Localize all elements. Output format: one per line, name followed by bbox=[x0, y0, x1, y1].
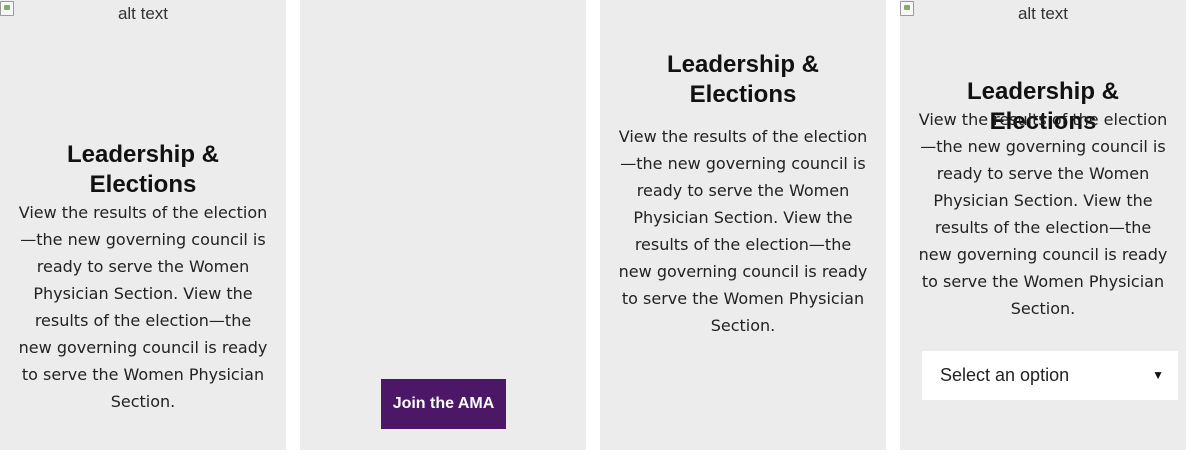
select-value: Select an option bbox=[940, 365, 1070, 385]
card-description: View the results of the election—the new… bbox=[918, 110, 1168, 318]
card-1-image: alt text bbox=[0, 0, 286, 28]
triangle-down-icon: ▼ bbox=[1152, 368, 1164, 382]
card-title: Leadership & Elections bbox=[66, 141, 220, 198]
broken-image-icon bbox=[0, 1, 14, 16]
card-3: Leadership & Elections View the results … bbox=[600, 0, 886, 450]
card-4: alt text Leadership & Elections View the… bbox=[900, 0, 1186, 450]
option-select[interactable]: Select an option ▼ bbox=[922, 351, 1178, 400]
card-4-image: alt text bbox=[900, 0, 1186, 28]
image-alt-text: alt text bbox=[1017, 4, 1069, 23]
image-alt-text: alt text bbox=[117, 4, 169, 23]
card-2: Join the AMA bbox=[300, 0, 586, 450]
card-description: View the results of the election—the new… bbox=[18, 203, 268, 411]
join-ama-button[interactable]: Join the AMA bbox=[381, 379, 506, 429]
card-description: View the results of the election—the new… bbox=[618, 127, 868, 335]
card-1: alt text Leadership & Elections View the… bbox=[0, 0, 286, 450]
cards-row: alt text Leadership & Elections View the… bbox=[0, 0, 1200, 464]
card-title: Leadership & Elections bbox=[666, 51, 820, 108]
broken-image-icon bbox=[900, 1, 914, 16]
